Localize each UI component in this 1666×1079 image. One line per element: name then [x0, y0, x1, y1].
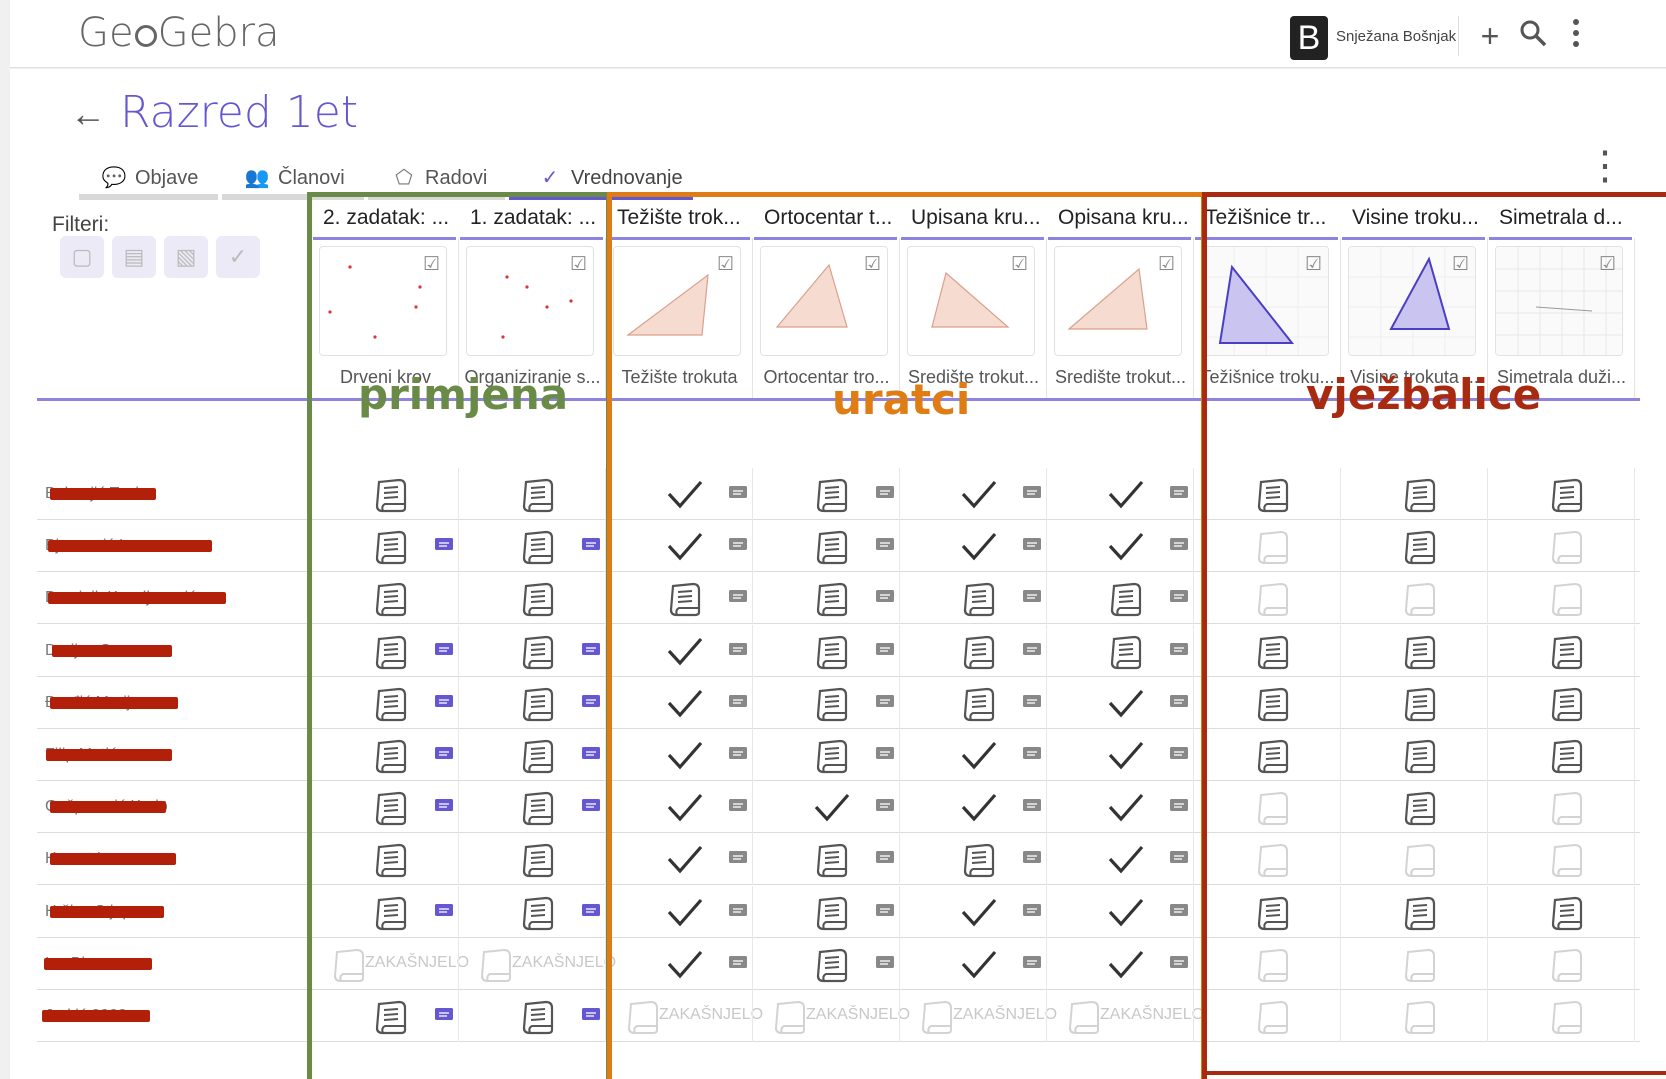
gradebook-grid: Filteri: ▢ ▤ ▧ ✓ 2. zadatak: ... ☑ Drveni …	[0, 0, 1666, 1079]
group-frame-uratci	[607, 192, 1206, 1079]
redaction-bar	[50, 696, 178, 709]
filter-submitted-icon[interactable]: ▤	[112, 236, 156, 278]
redaction-bar	[50, 488, 156, 500]
redaction-bar	[50, 853, 176, 866]
filters-label: Filteri:	[52, 213, 110, 236]
redaction-bar	[44, 957, 152, 970]
redaction-bar	[46, 749, 172, 761]
redaction-bar	[42, 1010, 150, 1022]
redaction-bar	[48, 592, 226, 605]
group-frame-vjezbalice	[1202, 192, 1666, 1079]
redaction-bar	[50, 905, 164, 918]
group-label-primjena: primjena	[358, 370, 569, 419]
redaction-bar	[50, 801, 166, 814]
group-label-uratci: uratci	[832, 375, 971, 424]
group-label-vjezbalice: vježbalice	[1306, 370, 1542, 419]
filter-empty-icon[interactable]: ▢	[60, 236, 104, 278]
filter-checked-icon[interactable]: ✓	[216, 236, 260, 278]
redaction-bar	[52, 644, 172, 657]
redaction-bar	[48, 540, 212, 553]
group-frame-primjena	[307, 192, 611, 1079]
group-frame-vjezbalice-bottom	[1202, 1071, 1666, 1075]
filter-feedback-icon[interactable]: ▧	[164, 236, 208, 278]
